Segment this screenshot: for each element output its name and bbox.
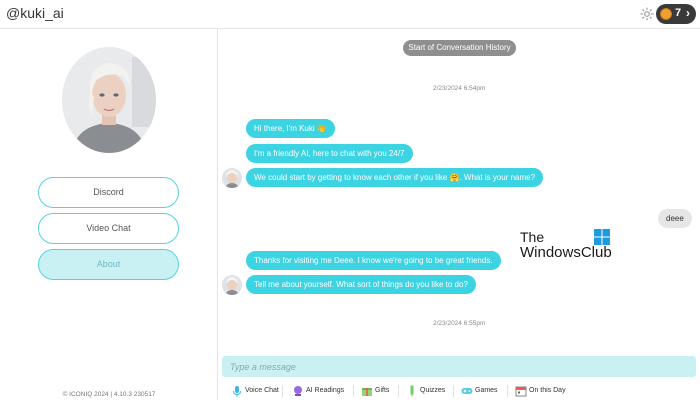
toolbar-divider (507, 385, 508, 397)
bot-avatar (222, 168, 242, 188)
app-title: @kuki_ai (6, 5, 64, 21)
ai-readings-label: AI Readings (306, 387, 345, 394)
gift-icon (362, 388, 372, 396)
coin-count: 7 (675, 7, 682, 19)
bot-avatar (222, 275, 242, 295)
games-label: Games (475, 387, 498, 394)
video-chat-button[interactable]: Video Chat (38, 213, 179, 244)
calendar-icon (515, 386, 527, 397)
about-button[interactable]: About (38, 249, 179, 280)
chevron-right-icon: › (686, 6, 690, 20)
timestamp: 2/23/2024 6:54pm (433, 85, 486, 92)
kuki-portrait-image (62, 47, 156, 153)
timestamp: 2/23/2024 6:55pm (433, 320, 486, 327)
toolbar-divider (453, 385, 454, 397)
discord-button[interactable]: Discord (38, 177, 179, 208)
bot-message: We could start by getting to know each o… (246, 168, 544, 187)
gifts-label: Gifts (375, 387, 390, 394)
gear-icon[interactable] (640, 7, 654, 21)
bot-message: Thanks for visiting me Deee. I know we'r… (246, 251, 501, 270)
gamepad-icon (461, 388, 473, 394)
bot-message: Hi there, I'm Kuki 👋 (246, 119, 335, 138)
pencil-icon (410, 385, 414, 397)
watermark-line2: WindowsClub (520, 244, 612, 261)
conversation-history-button[interactable]: Start of Conversation History (403, 40, 516, 56)
watermark-line1: The (520, 229, 545, 245)
composer: Voice Chat AI Readings Gifts Quizzes Gam… (219, 351, 700, 400)
kuki-avatar (62, 47, 156, 153)
copyright-text: © ICONIQ 2024 | 4.10.3 230517 (62, 391, 156, 398)
quizzes-label: Quizzes (420, 387, 446, 394)
chat-history[interactable]: Start of Conversation History 2/23/2024 … (219, 29, 700, 351)
on-this-day-label: On this Day (529, 387, 566, 394)
bot-message: I'm a friendly AI, here to chat with you… (246, 144, 413, 163)
top-bar: @kuki_ai 7 › (0, 0, 700, 29)
crystal-ball-icon (294, 386, 302, 396)
sidebar: Discord Video Chat About © ICONIQ 2024 |… (0, 29, 218, 400)
coin-balance-button[interactable]: 7 › (656, 4, 696, 24)
user-message: deee (658, 209, 692, 228)
toolbar-divider (353, 385, 354, 397)
microphone-icon (233, 386, 241, 397)
voice-chat-label: Voice Chat (245, 387, 279, 394)
message-input[interactable] (222, 356, 696, 377)
windows-logo-icon (594, 229, 610, 245)
toolbar-divider (282, 385, 283, 397)
bot-message: Tell me about yourself. What sort of thi… (246, 275, 476, 294)
coin-icon (660, 8, 672, 20)
toolbar-divider (398, 385, 399, 397)
